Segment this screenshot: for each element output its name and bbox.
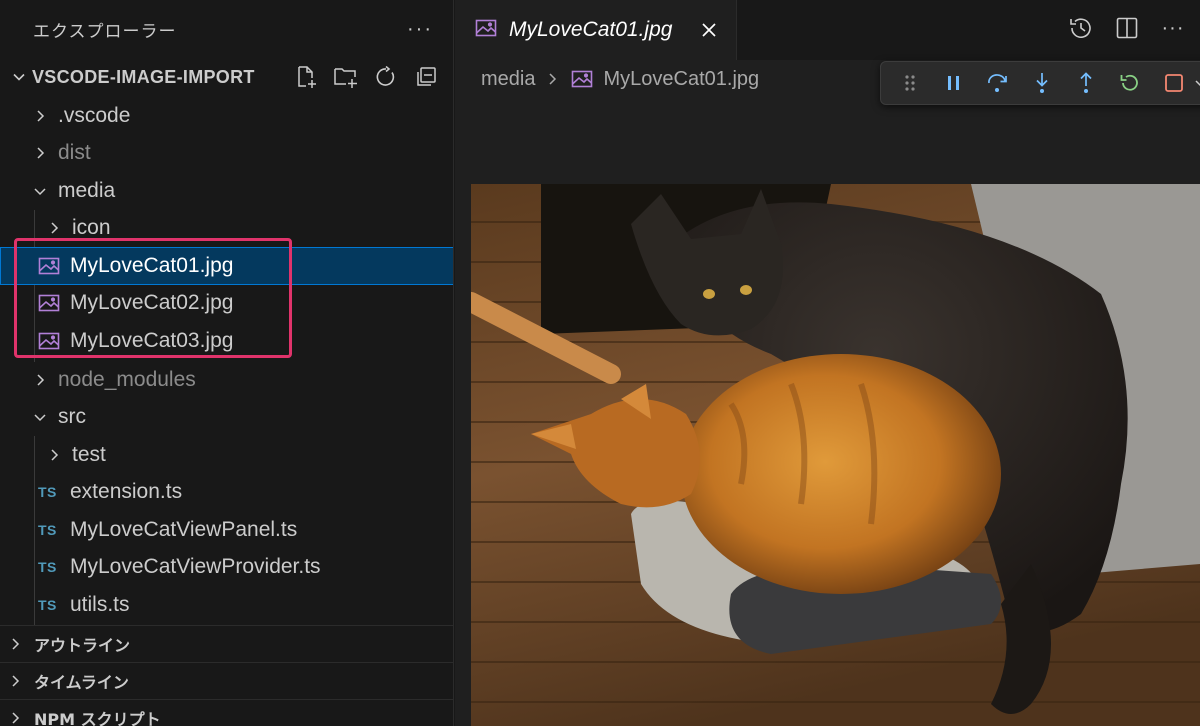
step-over-icon[interactable] (985, 70, 1011, 96)
image-preview (471, 184, 1200, 726)
tree-item-label: node_modules (58, 367, 196, 391)
chevron-right-icon (44, 218, 64, 238)
project-name: VSCODE-IMAGE-IMPORT (32, 66, 255, 87)
tree-item-mylovecat02[interactable]: MyLoveCat02.jpg (0, 285, 453, 323)
tree-item-extension-ts[interactable]: TS extension.ts (0, 474, 453, 512)
tree-item-node-modules[interactable]: node_modules (0, 361, 453, 399)
pause-icon[interactable] (941, 70, 967, 96)
image-file-icon (571, 70, 593, 88)
typescript-file-icon: TS (38, 484, 57, 501)
tree-item-label: .vscode (58, 103, 131, 127)
tree-item-mylovecat03[interactable]: MyLoveCat03.jpg (0, 322, 453, 360)
breadcrumb: media MyLoveCat01.jpg (481, 62, 759, 96)
tab-bar: MyLoveCat01.jpg ··· (455, 0, 1200, 60)
chevron-right-icon (8, 674, 30, 688)
chevron-down-icon (30, 181, 50, 201)
tree-item-icon[interactable]: icon (0, 210, 453, 248)
refresh-icon[interactable] (372, 63, 400, 91)
editor-area: MyLoveCat01.jpg ··· media MyLoveCat01.jp… (455, 0, 1200, 726)
tree-item-label: test (72, 442, 106, 466)
new-folder-icon[interactable] (332, 63, 360, 91)
step-into-icon[interactable] (1029, 70, 1055, 96)
tab-mylovecat01[interactable]: MyLoveCat01.jpg (455, 0, 737, 60)
tree-item-media[interactable]: media (0, 172, 453, 210)
tree-item-label: MyLoveCat03.jpg (70, 328, 234, 352)
chevron-right-icon (44, 445, 64, 465)
chevron-down-icon (30, 407, 50, 427)
history-icon[interactable] (1068, 14, 1094, 42)
tree-item-label: MyLoveCatViewProvider.ts (70, 555, 321, 579)
tree-item-label: dist (58, 141, 91, 165)
project-actions (292, 63, 453, 91)
restart-icon[interactable] (1117, 70, 1143, 96)
tab-title: MyLoveCat01.jpg (509, 18, 673, 41)
tree-item-label: icon (72, 216, 111, 240)
tree-item-src[interactable]: src (0, 399, 453, 437)
more-actions-icon[interactable]: ··· (407, 18, 433, 41)
project-section-header[interactable]: VSCODE-IMAGE-IMPORT (0, 58, 453, 96)
tree-item-utils-ts[interactable]: TS utils.ts (0, 586, 453, 624)
explorer-title: エクスプローラー (33, 21, 177, 42)
typescript-file-icon: TS (38, 521, 57, 538)
drag-handle-icon[interactable] (897, 70, 923, 96)
tree-item-dist[interactable]: dist (0, 135, 453, 173)
chevron-right-icon (8, 711, 30, 725)
editor-actions: ··· (1068, 14, 1186, 42)
tree-item-label: MyLoveCat02.jpg (70, 291, 234, 315)
tree-item-vscode[interactable]: .vscode (0, 97, 453, 135)
chevron-down-icon[interactable] (1193, 70, 1200, 96)
image-file-icon (475, 19, 497, 42)
collapse-all-icon[interactable] (412, 63, 440, 91)
more-icon[interactable]: ··· (1160, 14, 1186, 42)
explorer-header: エクスプローラー ··· (0, 0, 453, 58)
outline-section-header[interactable]: アウトライン (0, 625, 453, 662)
tree-item-label: utils.ts (70, 592, 130, 616)
tree-item-label: MyLoveCatViewPanel.ts (70, 517, 298, 541)
chevron-right-icon (30, 106, 50, 126)
cat-photo (471, 184, 1200, 726)
step-out-icon[interactable] (1073, 70, 1099, 96)
chevron-down-icon (6, 69, 32, 85)
tree-item-label: extension.ts (70, 480, 183, 504)
image-file-icon (38, 332, 60, 350)
npm-scripts-section-header[interactable]: NPM スクリプト (0, 699, 453, 726)
stop-icon[interactable] (1161, 70, 1187, 96)
chevron-right-icon (547, 72, 559, 86)
tree-item-viewprovider-ts[interactable]: TS MyLoveCatViewProvider.ts (0, 549, 453, 587)
tree-item-viewpanel-ts[interactable]: TS MyLoveCatViewPanel.ts (0, 511, 453, 549)
chevron-right-icon (30, 370, 50, 390)
explorer-sidebar: エクスプローラー ··· VSCODE-IMAGE-IMPORT .vscode… (0, 0, 454, 726)
close-icon[interactable] (700, 21, 718, 39)
typescript-file-icon: TS (38, 596, 57, 613)
tree-item-mylovecat01[interactable]: MyLoveCat01.jpg (0, 247, 453, 285)
tree-item-test[interactable]: test (0, 436, 453, 474)
npm-scripts-section-label: NPM スクリプト (34, 710, 161, 726)
breadcrumb-folder[interactable]: media (481, 68, 535, 91)
typescript-file-icon: TS (38, 559, 57, 576)
timeline-section-header[interactable]: タイムライン (0, 662, 453, 699)
image-file-icon (38, 294, 60, 312)
outline-section-label: アウトライン (34, 636, 131, 655)
new-file-icon[interactable] (292, 63, 320, 91)
split-editor-icon[interactable] (1114, 14, 1140, 42)
chevron-right-icon (8, 637, 30, 651)
timeline-section-label: タイムライン (34, 673, 129, 692)
tree-item-label: media (58, 178, 116, 202)
debug-toolbar (880, 61, 1200, 105)
image-file-icon (38, 257, 60, 275)
tree-item-label: src (58, 405, 86, 429)
chevron-right-icon (30, 143, 50, 163)
tree-item-label: MyLoveCat01.jpg (70, 253, 234, 277)
breadcrumb-file[interactable]: MyLoveCat01.jpg (603, 68, 759, 91)
